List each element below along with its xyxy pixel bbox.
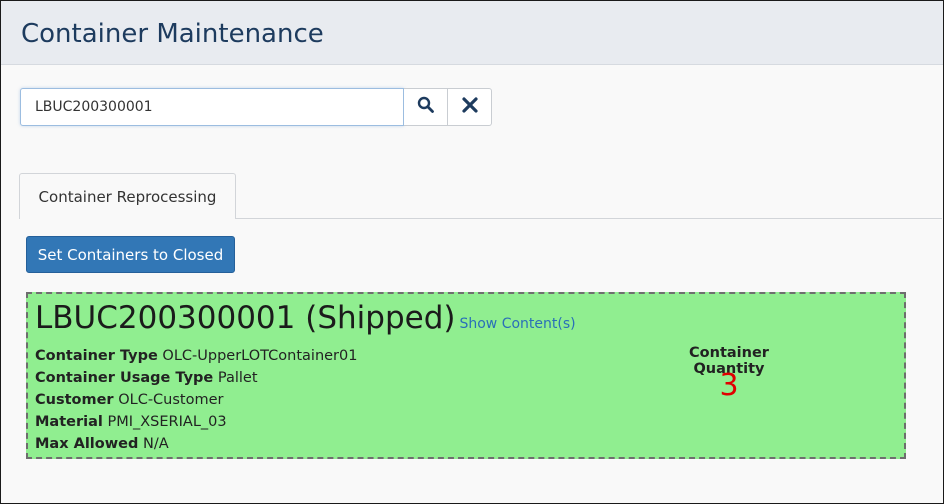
prop-customer: Customer OLC-Customer xyxy=(35,389,357,411)
prop-usage-type: Container Usage Type Pallet xyxy=(35,367,357,389)
prop-material: Material PMI_XSERIAL_03 xyxy=(35,411,357,433)
prop-label: Customer xyxy=(35,392,114,408)
show-contents-link[interactable]: Show Content(s) xyxy=(459,316,575,332)
container-title: LBUC200300001 (Shipped) xyxy=(35,300,456,336)
tab-container-reprocessing[interactable]: Container Reprocessing xyxy=(19,173,236,219)
container-properties: Container Type OLC-UpperLOTContainer01 C… xyxy=(35,345,357,455)
quantity-value: 3 xyxy=(719,368,739,403)
search-button[interactable] xyxy=(404,88,448,126)
prop-value: OLC-UpperLOTContainer01 xyxy=(162,348,358,364)
container-heading: LBUC200300001 (Shipped) Show Content(s) xyxy=(35,300,576,336)
prop-label: Max Allowed xyxy=(35,436,139,452)
container-search-input[interactable] xyxy=(20,88,404,126)
set-containers-closed-button[interactable]: Set Containers to Closed xyxy=(26,236,235,273)
prop-value: N/A xyxy=(142,436,169,452)
tab-divider xyxy=(236,218,942,219)
prop-value: OLC-Customer xyxy=(118,392,224,408)
prop-label: Container Usage Type xyxy=(35,370,214,386)
page-title: Container Maintenance xyxy=(21,19,324,49)
prop-max-allowed: Max Allowed N/A xyxy=(35,433,357,455)
container-card: LBUC200300001 (Shipped) Show Content(s) C… xyxy=(26,292,906,459)
prop-value: Pallet xyxy=(217,370,258,386)
search-icon xyxy=(417,96,435,118)
close-icon xyxy=(461,97,478,117)
prop-container-type: Container Type OLC-UpperLOTContainer01 xyxy=(35,345,357,367)
search-bar xyxy=(20,88,492,126)
tab-bar: Container Reprocessing xyxy=(19,173,236,219)
prop-label: Material xyxy=(35,414,103,430)
clear-button[interactable] xyxy=(448,88,492,126)
prop-label: Container Type xyxy=(35,348,158,364)
prop-value: PMI_XSERIAL_03 xyxy=(107,414,227,430)
page-header: Container Maintenance xyxy=(1,1,943,65)
